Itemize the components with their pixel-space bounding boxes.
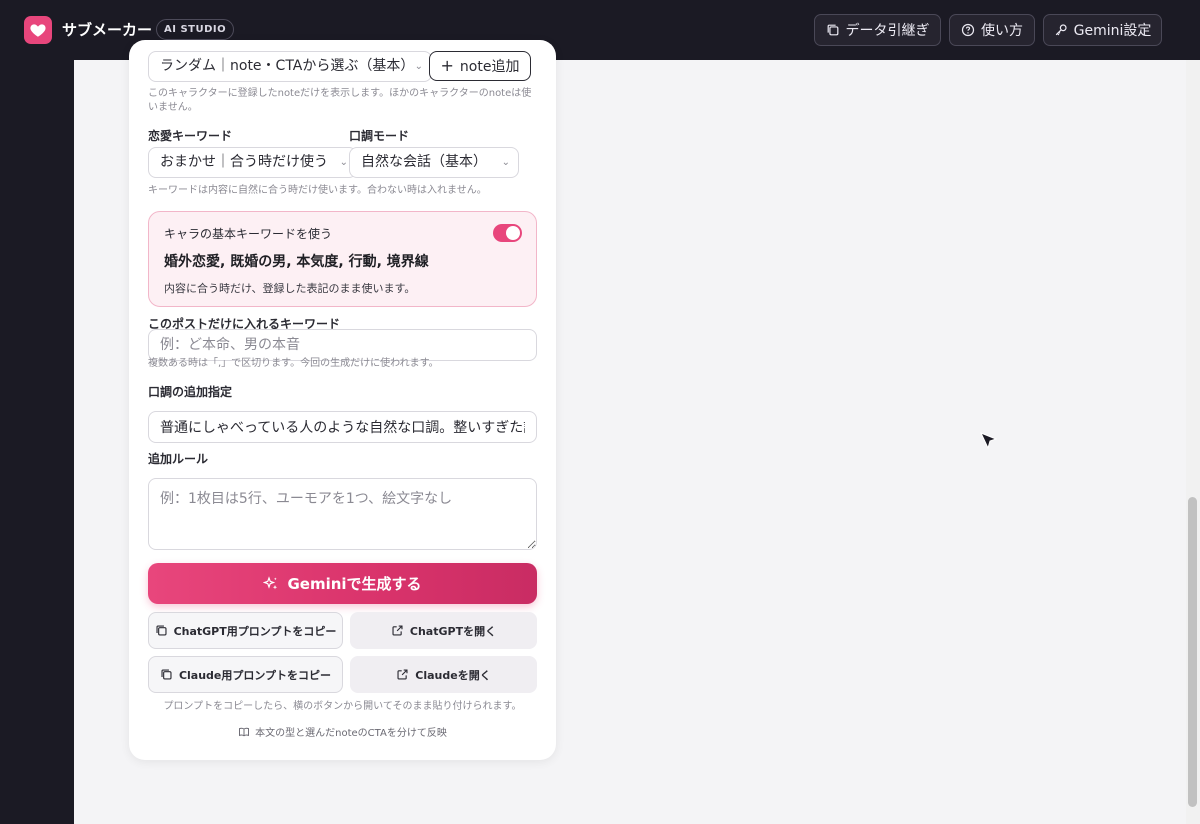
help-circle-icon — [961, 23, 975, 37]
help-label: 使い方 — [981, 23, 1023, 39]
note-add-button[interactable]: + note追加 — [429, 51, 531, 81]
copy-claude-prompt-button[interactable]: Claude用プロンプトをコピー — [148, 656, 343, 693]
tone-extra-label: 口調の追加指定 — [148, 385, 233, 399]
cta-note-text: 本文の型と選んだnoteのCTAを分けて反映 — [255, 728, 447, 739]
copy-claude-label: Claude用プロンプトをコピー — [178, 668, 332, 682]
tone-mode-select[interactable]: 自然な会話（基本） ⌄ — [349, 147, 519, 178]
open-claude-button[interactable]: Claudeを開く — [350, 656, 537, 693]
keyword-help-text: キーワードは内容に自然に合う時だけ使います。合わない時は入れません。 — [148, 185, 487, 196]
open-chatgpt-button[interactable]: ChatGPTを開く — [350, 612, 537, 649]
tone-mode-label: 口調モード — [349, 129, 410, 143]
love-keyword-value: おまかせ｜合う時だけ使う — [160, 154, 328, 170]
gemini-settings-label: Gemini設定 — [1073, 23, 1152, 39]
love-keyword-select[interactable]: おまかせ｜合う時だけ使う ⌄ — [148, 147, 357, 178]
heart-logo-icon — [24, 16, 52, 44]
data-transfer-label: データ引継ぎ — [845, 23, 930, 39]
generate-gemini-button[interactable]: Geminiで生成する — [148, 563, 537, 604]
data-transfer-button[interactable]: データ引継ぎ — [814, 14, 941, 46]
book-icon — [239, 727, 250, 736]
note-help-text: このキャラクターに登録したnoteだけを表示します。ほかのキャラクターのnote… — [148, 88, 532, 113]
copy-icon — [161, 669, 172, 680]
chevron-down-icon: ⌄ — [501, 157, 510, 168]
copy-chatgpt-label: ChatGPT用プロンプトをコピー — [173, 624, 337, 638]
scrollbar-thumb[interactable] — [1188, 497, 1197, 807]
extra-rule-label: 追加ルール — [148, 452, 209, 466]
note-select-value: ランダム｜note・CTAから選ぶ（基本） — [160, 58, 415, 74]
sidebar — [0, 60, 74, 824]
base-keyword-list: 婚外恋愛, 既婚の男, 本気度, 行動, 境界線 — [164, 254, 429, 270]
base-keyword-toggle[interactable] — [493, 224, 522, 242]
copy-help-text: プロンプトをコピーしたら、横のボタンから開いてそのまま貼り付けられます。 — [163, 701, 522, 712]
love-keyword-label: 恋愛キーワード — [148, 129, 233, 143]
post-keyword-help: 複数ある時は「,」で区切ります。今回の生成だけに使われます。 — [148, 358, 439, 369]
note-select[interactable]: ランダム｜note・CTAから選ぶ（基本） ⌄ — [148, 51, 432, 82]
open-chatgpt-label: ChatGPTを開く — [409, 624, 497, 638]
chevron-down-icon: ⌄ — [339, 157, 348, 168]
note-add-label: note追加 — [459, 59, 520, 75]
tone-mode-value: 自然な会話（基本） — [361, 154, 487, 170]
mouse-cursor-icon — [980, 432, 998, 456]
chevron-down-icon: ⌄ — [414, 61, 423, 72]
sparkles-icon — [263, 575, 278, 589]
external-link-icon — [397, 669, 408, 680]
key-icon — [1055, 24, 1067, 36]
base-keyword-help: 内容に合う時だけ、登録した表記のまま使います。 — [164, 282, 416, 295]
tone-extra-input[interactable] — [148, 411, 537, 443]
gemini-settings-button[interactable]: Gemini設定 — [1043, 14, 1162, 46]
app-title: サブメーカー — [62, 21, 153, 39]
external-link-icon — [392, 625, 403, 636]
copy-icon — [827, 24, 838, 36]
app-badge: AI STUDIO — [156, 19, 235, 40]
copy-chatgpt-prompt-button[interactable]: ChatGPT用プロンプトをコピー — [148, 612, 343, 649]
copy-icon — [156, 625, 167, 636]
extra-rule-textarea[interactable] — [148, 478, 537, 550]
open-claude-label: Claudeを開く — [415, 668, 491, 682]
base-keyword-title: キャラの基本キーワードを使う — [164, 227, 333, 241]
plus-icon: + — [440, 56, 454, 75]
cta-note: 本文の型と選んだnoteのCTAを分けて反映 — [148, 724, 537, 739]
help-button[interactable]: 使い方 — [949, 14, 1035, 46]
generate-label: Geminiで生成する — [287, 575, 422, 593]
